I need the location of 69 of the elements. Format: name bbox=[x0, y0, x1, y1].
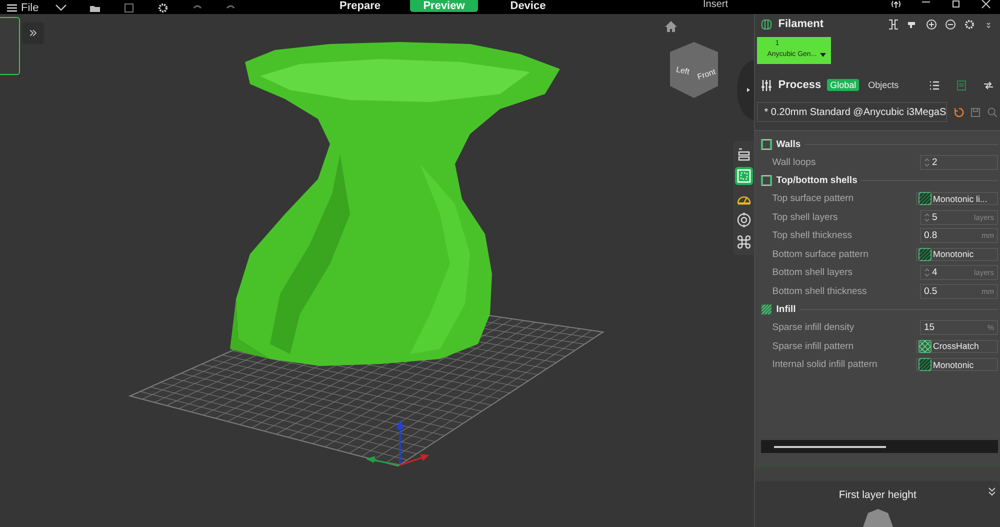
file-menu[interactable]: File bbox=[21, 2, 39, 14]
compare-icon[interactable] bbox=[983, 80, 994, 90]
insert-label: Insert bbox=[703, 0, 728, 9]
document-icon[interactable] bbox=[956, 80, 967, 90]
setting-label: Top shell thickness bbox=[772, 230, 853, 242]
caret-icon bbox=[820, 52, 826, 56]
menu-icon[interactable] bbox=[6, 3, 18, 13]
infill-icon bbox=[761, 304, 772, 315]
section-title: Infill bbox=[776, 304, 796, 315]
pattern-dropdown[interactable]: Monotonic bbox=[916, 358, 998, 372]
close-icon[interactable] bbox=[980, 0, 992, 10]
command-icon bbox=[736, 234, 752, 250]
diagonal-lines-pattern-icon bbox=[918, 358, 932, 372]
process-title: Process bbox=[778, 79, 822, 91]
collapse-panel-handle[interactable] bbox=[737, 60, 754, 120]
category-tab[interactable] bbox=[735, 233, 753, 251]
double-chevron-icon bbox=[30, 30, 36, 36]
plate-thumbnail[interactable] bbox=[0, 17, 20, 75]
search-icon[interactable] bbox=[987, 106, 998, 118]
pattern-dropdown[interactable]: Monotonic li... bbox=[916, 192, 998, 206]
spool-icon bbox=[761, 18, 772, 30]
home-icon[interactable] bbox=[664, 20, 678, 33]
section-title: Top/bottom shells bbox=[776, 175, 858, 186]
walls-icon bbox=[761, 138, 772, 150]
walls-icon bbox=[736, 168, 752, 184]
walls-icon bbox=[761, 175, 772, 186]
chevron-down-icon[interactable] bbox=[54, 3, 67, 13]
setting-label: Wall loops bbox=[772, 156, 817, 168]
mode-tab[interactable]: Prepare bbox=[318, 0, 402, 12]
setting-label: Bottom shell layers bbox=[772, 267, 854, 278]
save-icon[interactable] bbox=[970, 106, 982, 118]
category-tab[interactable] bbox=[735, 211, 753, 229]
mode-tab[interactable]: Device bbox=[486, 0, 570, 12]
reset-icon[interactable] bbox=[953, 106, 964, 118]
save-icon[interactable] bbox=[122, 3, 135, 13]
setting-label: Sparse infill density bbox=[772, 322, 856, 334]
setting-label: Top surface pattern bbox=[772, 193, 855, 204]
list-icon[interactable] bbox=[929, 80, 940, 90]
panel-title: First layer height bbox=[838, 489, 916, 501]
section-title: Walls bbox=[776, 138, 801, 150]
setting-label: Sparse infill pattern bbox=[772, 340, 855, 352]
pattern-dropdown[interactable]: CrossHatch bbox=[916, 340, 998, 353]
settings-icon[interactable] bbox=[964, 18, 975, 30]
preset-dropdown[interactable]: * 0.20mm Standard @Anycubic i3MegaS bbox=[757, 102, 948, 122]
category-tab[interactable] bbox=[735, 167, 753, 185]
setting-label: Top shell layers bbox=[772, 212, 839, 223]
axis-gizmo-icon bbox=[366, 420, 429, 466]
scrollbar-thumb[interactable] bbox=[774, 446, 886, 448]
maximize-icon[interactable] bbox=[950, 0, 962, 10]
layers-icon bbox=[736, 146, 752, 162]
expand-icon[interactable] bbox=[988, 487, 996, 496]
target-icon bbox=[736, 212, 752, 228]
setting-label: Bottom shell thickness bbox=[772, 286, 868, 297]
diagonal-lines-pattern-icon bbox=[918, 192, 932, 206]
add-icon[interactable] bbox=[926, 18, 937, 30]
filament-title: Filament bbox=[778, 18, 824, 30]
scope-tab[interactable]: Objects bbox=[865, 79, 902, 91]
pattern-dropdown[interactable]: Monotonic bbox=[916, 248, 998, 261]
expand-sidebar-button[interactable] bbox=[22, 22, 44, 44]
sliders-icon bbox=[761, 80, 772, 90]
view-cube[interactable]: Left Front bbox=[668, 40, 720, 100]
crosshatch-pattern-icon bbox=[918, 340, 932, 353]
remove-icon[interactable] bbox=[945, 18, 956, 30]
setting-label: Bottom surface pattern bbox=[772, 248, 870, 260]
setting-label: Internal solid infill pattern bbox=[772, 359, 878, 370]
diagonal-lines-pattern-icon bbox=[918, 248, 932, 261]
number-field[interactable]: 2 bbox=[920, 154, 998, 170]
cloud-upload-icon[interactable] bbox=[890, 0, 902, 10]
settings-icon[interactable] bbox=[156, 3, 169, 13]
